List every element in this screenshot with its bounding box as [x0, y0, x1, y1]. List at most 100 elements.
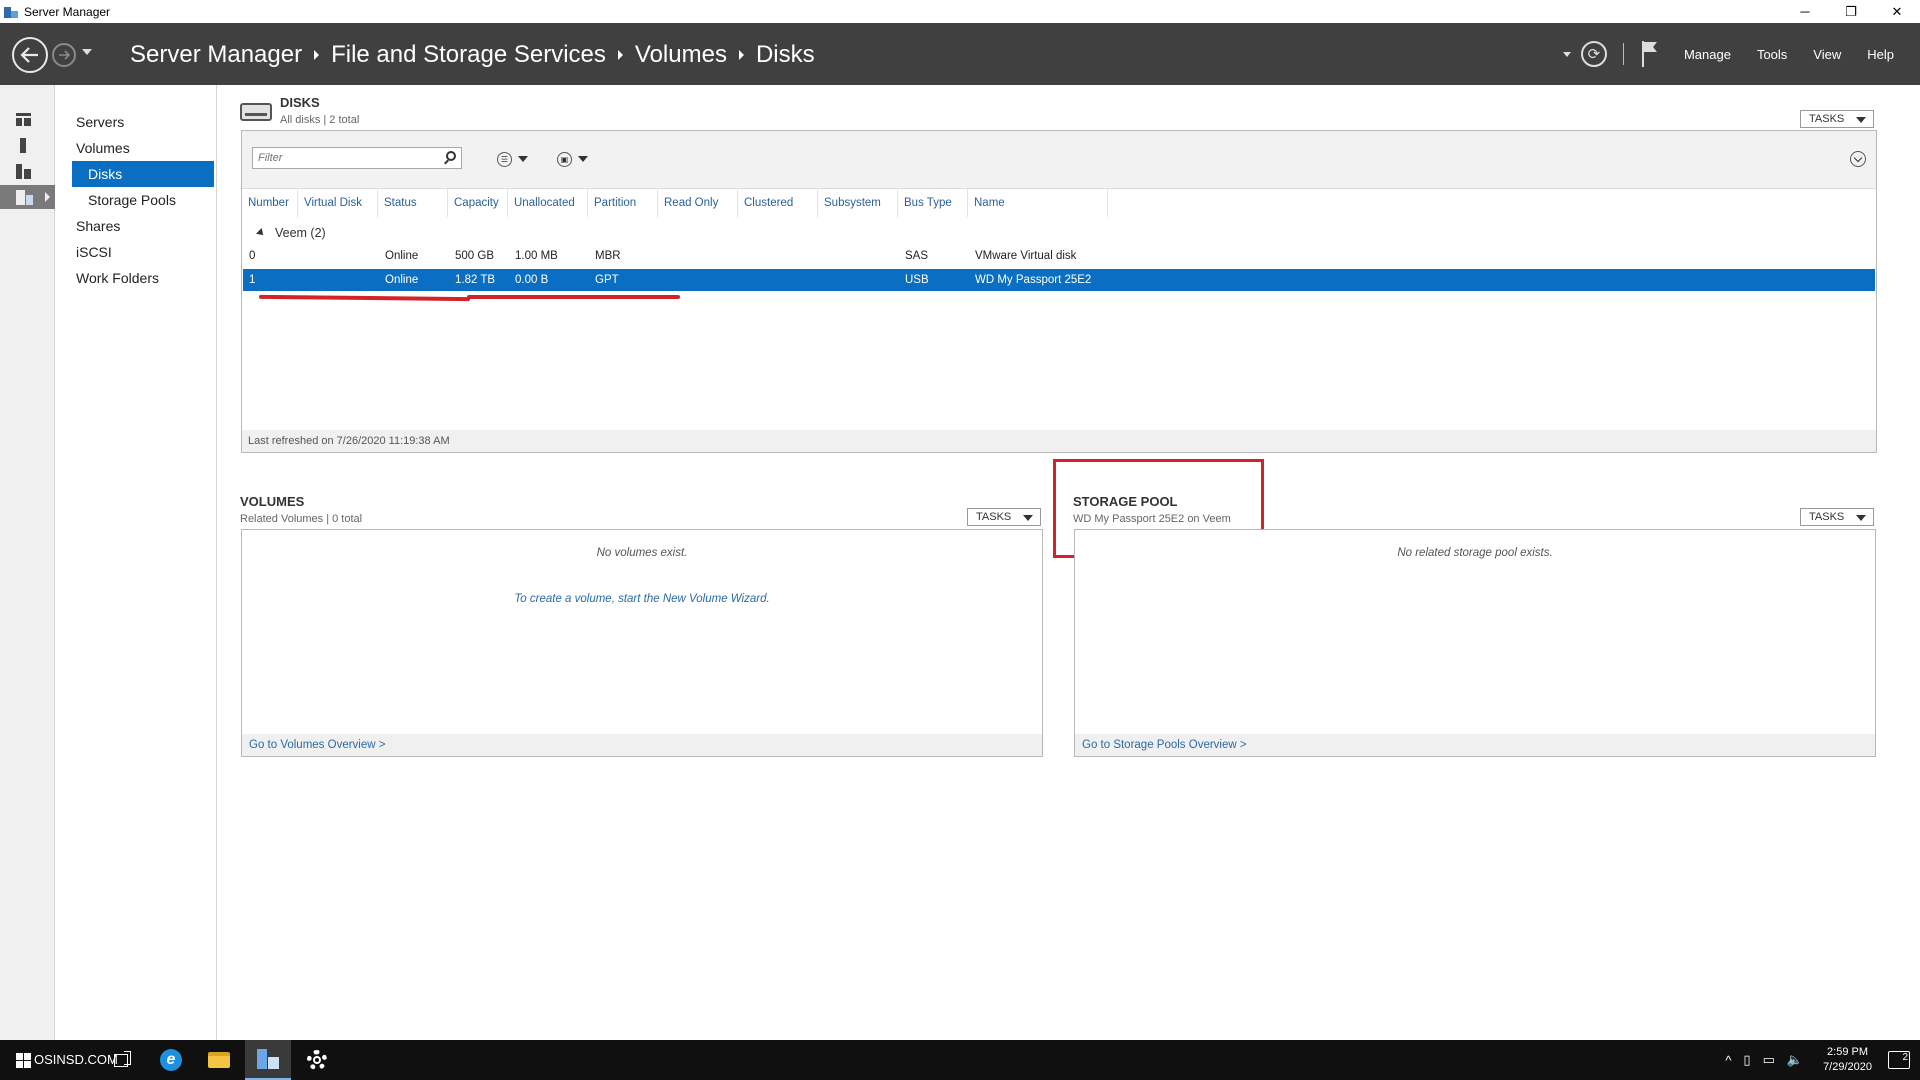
- system-tray: ^ ▯ ▭ 🔈 2:59 PM 7/29/2020 2: [1725, 1040, 1920, 1080]
- cell-status: Online: [385, 274, 419, 286]
- col-status[interactable]: Status: [378, 189, 448, 217]
- task-view-icon[interactable]: [114, 1051, 131, 1067]
- subnav-iscsi[interactable]: iSCSI: [56, 239, 217, 265]
- taskbar: OSINSD.COM e ^ ▯ ▭ 🔈 2:59 PM 7/29/2020 2: [0, 1040, 1920, 1080]
- col-name[interactable]: Name: [968, 189, 1108, 217]
- dashboard-icon: [16, 112, 31, 126]
- subnav-storage-pools[interactable]: Storage Pools: [56, 187, 217, 213]
- notifications-flag-icon[interactable]: [1640, 41, 1658, 67]
- save-icon: ▣: [557, 151, 572, 167]
- caret-down-icon: [1023, 515, 1033, 521]
- taskbar-server-manager[interactable]: [245, 1040, 291, 1080]
- col-virtual-disk[interactable]: Virtual Disk: [298, 189, 378, 217]
- annotation-underline: [467, 295, 680, 299]
- header-actions: ⟳ Manage Tools View Help: [1562, 23, 1920, 85]
- col-bus-type[interactable]: Bus Type: [898, 189, 968, 217]
- expand-arrow-icon: [45, 192, 50, 202]
- subnav-disks[interactable]: Disks: [72, 161, 214, 187]
- cell-unallocated: 1.00 MB: [515, 250, 558, 262]
- breadcrumb-volumes[interactable]: Volumes: [635, 41, 727, 69]
- save-query-button[interactable]: ▣: [557, 150, 597, 168]
- taskbar-file-explorer[interactable]: [196, 1040, 242, 1080]
- breadcrumb-separator-icon: [738, 50, 744, 60]
- volumes-subtitle: Related Volumes | 0 total: [240, 513, 363, 525]
- clock[interactable]: 2:59 PM 7/29/2020: [1823, 1045, 1872, 1075]
- storage-pool-tasks-button[interactable]: TASKS: [1800, 508, 1874, 526]
- group-header-veem[interactable]: Veem (2): [242, 223, 326, 243]
- filter-input[interactable]: [253, 148, 428, 168]
- breadcrumb-separator-icon: [617, 50, 623, 60]
- taskbar-internet-explorer[interactable]: e: [148, 1040, 194, 1080]
- menu-help[interactable]: Help: [1867, 47, 1894, 62]
- volumes-tasks-button[interactable]: TASKS: [967, 508, 1041, 526]
- minimize-button[interactable]: ─: [1782, 0, 1828, 23]
- expand-collapse-icon[interactable]: [1850, 151, 1866, 167]
- refresh-dropdown-icon[interactable]: [1562, 51, 1571, 57]
- header-divider: [1622, 43, 1624, 65]
- cell-partition: MBR: [595, 250, 621, 262]
- breadcrumb-file-storage[interactable]: File and Storage Services: [331, 41, 606, 69]
- rail-file-storage[interactable]: [0, 185, 55, 209]
- history-dropdown-icon[interactable]: [82, 49, 92, 55]
- notification-count: 2: [1902, 1052, 1908, 1063]
- usb-device-icon[interactable]: ▯: [1743, 1052, 1750, 1068]
- restore-button[interactable]: ❐: [1828, 0, 1874, 23]
- subnav-shares[interactable]: Shares: [56, 213, 217, 239]
- caret-down-icon: [578, 156, 588, 162]
- disks-tasks-button[interactable]: TASKS: [1800, 110, 1874, 128]
- subnav-volumes[interactable]: Volumes: [56, 135, 217, 161]
- col-capacity[interactable]: Capacity: [448, 189, 508, 217]
- clock-date: 7/29/2020: [1823, 1061, 1872, 1073]
- search-icon[interactable]: [446, 151, 456, 161]
- subnav-work-folders[interactable]: Work Folders: [56, 265, 217, 291]
- disks-panel: ☰ ▣ Number Virtual Disk Status Capacity …: [241, 130, 1877, 453]
- col-number[interactable]: Number: [242, 189, 298, 217]
- cell-name: VMware Virtual disk: [975, 250, 1077, 262]
- chevron-up-icon[interactable]: ^: [1725, 1053, 1731, 1068]
- col-read-only[interactable]: Read Only: [658, 189, 738, 217]
- start-windows-icon[interactable]: [16, 1053, 31, 1068]
- forward-button[interactable]: [52, 43, 76, 67]
- subnav-servers[interactable]: Servers: [56, 109, 217, 135]
- arrow-right-icon: [59, 50, 70, 60]
- breadcrumb-server-manager[interactable]: Server Manager: [130, 41, 302, 69]
- menu-tools[interactable]: Tools: [1757, 47, 1787, 62]
- cell-number: 0: [249, 250, 256, 262]
- back-button[interactable]: [12, 37, 48, 73]
- tasks-label: TASKS: [1809, 113, 1845, 125]
- refresh-icon[interactable]: ⟳: [1580, 41, 1607, 67]
- action-center-icon[interactable]: 2: [1888, 1051, 1910, 1069]
- storage-pools-overview-link[interactable]: Go to Storage Pools Overview >: [1075, 734, 1875, 756]
- clock-time: 2:59 PM: [1827, 1046, 1869, 1058]
- list-icon: ☰: [497, 151, 512, 167]
- volumes-overview-link[interactable]: Go to Volumes Overview >: [242, 734, 1042, 756]
- menu-manage[interactable]: Manage: [1684, 47, 1731, 62]
- rail-all-servers[interactable]: [0, 159, 55, 183]
- disks-last-refreshed: Last refreshed on 7/26/2020 11:19:38 AM: [242, 430, 1876, 452]
- arrow-left-icon: [20, 47, 38, 63]
- breadcrumb-separator-icon: [314, 50, 320, 60]
- window-title: Server Manager: [24, 4, 111, 19]
- close-button[interactable]: ✕: [1874, 0, 1920, 23]
- col-subsystem[interactable]: Subsystem: [818, 189, 898, 217]
- col-unallocated[interactable]: Unallocated: [508, 189, 588, 217]
- table-row[interactable]: 0 Online 500 GB 1.00 MB MBR SAS VMware V…: [243, 245, 1875, 267]
- cell-name: WD My Passport 25E2: [975, 274, 1092, 286]
- rail-dashboard[interactable]: [0, 107, 55, 131]
- col-clustered[interactable]: Clustered: [738, 189, 818, 217]
- disk-drive-icon: [240, 103, 272, 121]
- volume-muted-icon[interactable]: 🔈: [1787, 1052, 1803, 1068]
- storage-pool-subtitle: WD My Passport 25E2 on Veem: [1073, 513, 1231, 525]
- new-volume-wizard-link[interactable]: To create a volume, start the New Volume…: [242, 593, 1042, 605]
- disks-toolbar: ☰ ▣: [242, 131, 1876, 189]
- menu-view[interactable]: View: [1813, 47, 1841, 62]
- collapse-triangle-icon[interactable]: [256, 228, 266, 238]
- col-partition[interactable]: Partition: [588, 189, 658, 217]
- rail-local-server[interactable]: [0, 133, 55, 157]
- network-icon[interactable]: ▭: [1763, 1052, 1775, 1068]
- taskbar-settings[interactable]: [294, 1040, 340, 1080]
- table-row-selected[interactable]: 1 Online 1.82 TB 0.00 B GPT USB WD My Pa…: [243, 269, 1875, 291]
- caret-down-icon: [1856, 515, 1866, 521]
- breadcrumb: Server Manager File and Storage Services…: [130, 41, 815, 69]
- list-options-button[interactable]: ☰: [497, 150, 537, 168]
